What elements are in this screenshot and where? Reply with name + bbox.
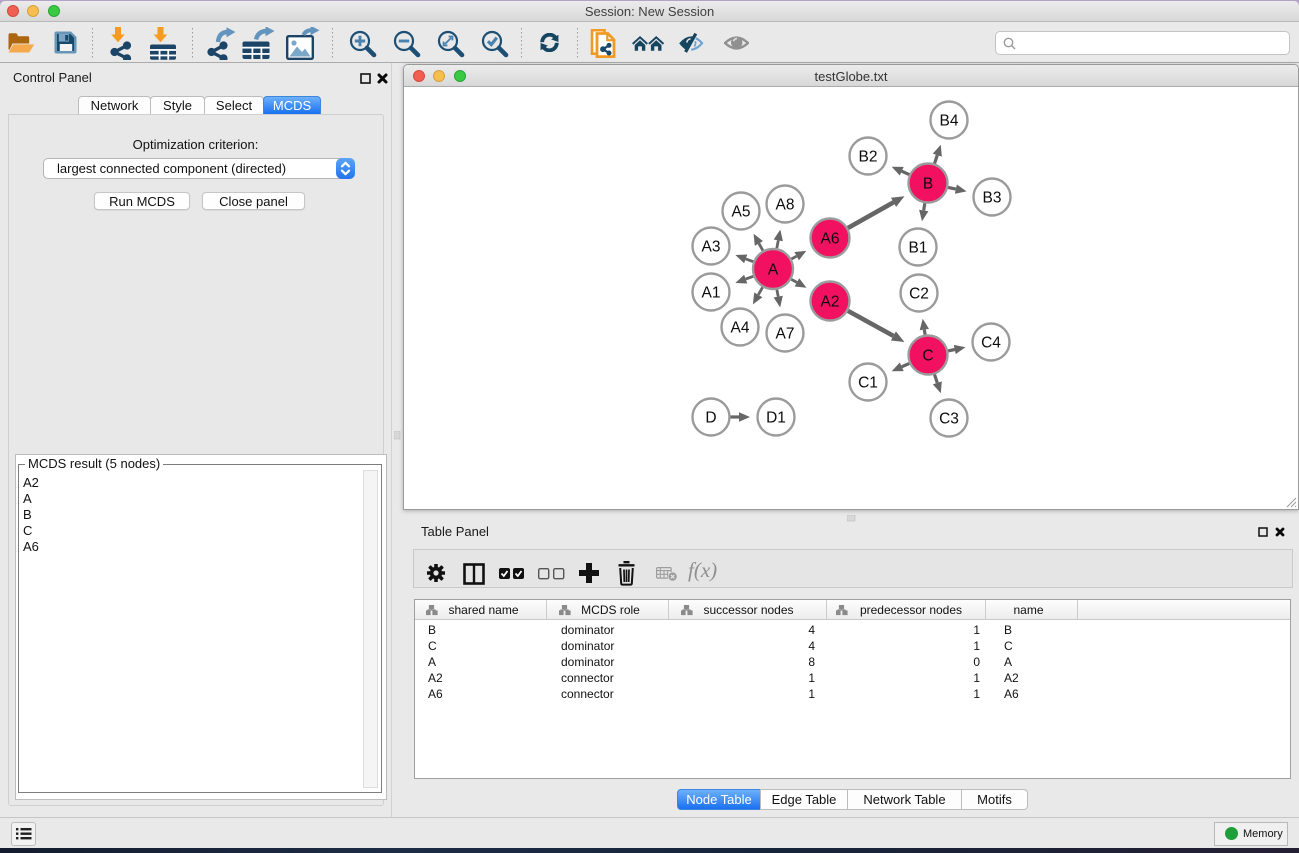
svg-text:C1: C1 [858, 375, 878, 392]
svg-text:C4: C4 [981, 335, 1001, 352]
svg-text:C2: C2 [909, 286, 929, 303]
svg-text:D1: D1 [766, 410, 786, 427]
svg-text:A6: A6 [821, 231, 840, 248]
svg-text:A: A [768, 262, 779, 279]
svg-text:B3: B3 [983, 190, 1002, 207]
svg-text:A8: A8 [776, 197, 795, 214]
svg-text:A4: A4 [731, 320, 750, 337]
svg-text:C3: C3 [939, 411, 959, 428]
svg-text:B1: B1 [909, 240, 928, 257]
svg-text:A1: A1 [702, 285, 721, 302]
svg-text:A7: A7 [776, 326, 795, 343]
svg-text:B4: B4 [940, 113, 959, 130]
svg-text:A3: A3 [702, 239, 721, 256]
svg-text:D: D [705, 410, 716, 427]
svg-text:A5: A5 [732, 204, 751, 221]
svg-text:A2: A2 [821, 294, 840, 311]
svg-text:C: C [922, 348, 933, 365]
svg-text:B: B [923, 176, 933, 193]
svg-text:B2: B2 [859, 149, 878, 166]
